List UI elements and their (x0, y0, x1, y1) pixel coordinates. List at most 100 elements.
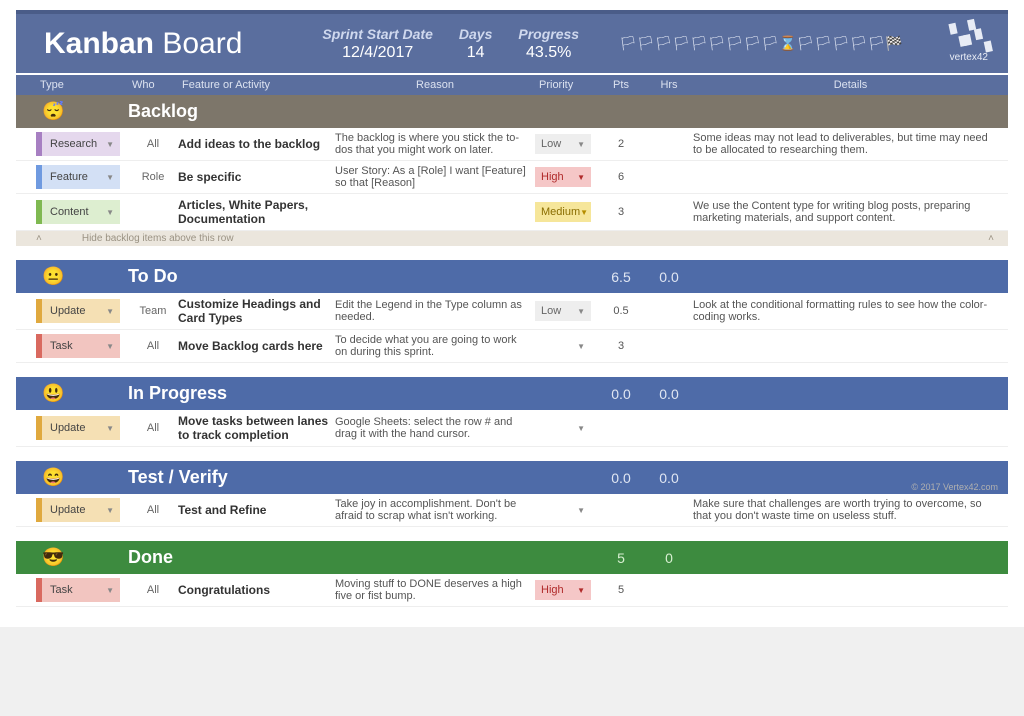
reason-cell[interactable]: Moving stuff to DONE deserves a high fiv… (335, 578, 535, 602)
who-cell[interactable]: All (128, 422, 178, 434)
stat-days: Days 14 (459, 26, 492, 62)
pts-cell[interactable]: 5 (597, 584, 645, 596)
emoji-cool-icon: 😎 (36, 547, 128, 568)
who-cell[interactable]: Role (128, 171, 178, 183)
feature-cell[interactable]: Move tasks between lanes to track comple… (178, 414, 335, 442)
who-cell[interactable]: All (128, 138, 178, 150)
progress-label: Progress (518, 26, 579, 42)
priority-chip-low[interactable]: Low ▼ (535, 301, 591, 321)
copyright-text: © 2017 Vertex42.com (911, 482, 998, 492)
lane-header-done: 😎 Done 5 0 (16, 541, 1008, 574)
who-cell[interactable]: All (128, 340, 178, 352)
chevron-down-icon: ▼ (577, 342, 585, 351)
type-label: Update (50, 305, 85, 317)
title-bold: Kanban (44, 27, 154, 60)
lane-name-todo: To Do (128, 266, 335, 287)
pts-cell[interactable]: 3 (597, 340, 645, 352)
priority-chip-empty[interactable]: ▼ (535, 502, 591, 519)
lane-header-backlog: 😴 Backlog (16, 95, 1008, 128)
kanban-page: Kanban Board Sprint Start Date 12/4/2017… (0, 0, 1024, 627)
priority-chip-empty[interactable]: ▼ (535, 338, 591, 355)
type-chip-task[interactable]: Task ▼ (36, 334, 120, 358)
type-chip-feature[interactable]: Feature ▼ (36, 165, 120, 189)
feature-cell[interactable]: Customize Headings and Card Types (178, 297, 335, 325)
type-chip-update[interactable]: Update ▼ (36, 299, 120, 323)
type-label: Feature (50, 171, 88, 183)
brand-logo: ▘▝▖▝▘▗ vertex42 (950, 24, 988, 63)
priority-chip-medium[interactable]: Medium ▼ (535, 202, 591, 222)
who-cell[interactable]: Team (128, 305, 178, 317)
reason-cell[interactable]: User Story: As a [Role] I want [Feature]… (335, 165, 535, 189)
lane-header-test: 😄 Test / Verify 0.0 0.0 © 2017 Vertex42.… (16, 461, 1008, 494)
pts-cell[interactable]: 0.5 (597, 305, 645, 317)
chevron-down-icon: ▼ (106, 586, 114, 595)
details-cell[interactable]: Some ideas may not lead to deliverables,… (693, 132, 1008, 156)
details-cell[interactable]: Make sure that challenges are worth tryi… (693, 498, 1008, 522)
reason-cell[interactable]: Take joy in accomplishment. Don't be afr… (335, 498, 535, 522)
type-chip-task[interactable]: Task ▼ (36, 578, 120, 602)
chevron-up-icon: ˄ (988, 233, 994, 244)
feature-cell[interactable]: Be specific (178, 170, 335, 184)
priority-chip-high[interactable]: High ▼ (535, 580, 591, 600)
lane-header-inprogress: 😃 In Progress 0.0 0.0 (16, 377, 1008, 410)
chevron-down-icon: ▼ (577, 586, 585, 595)
col-feature: Feature or Activity (178, 77, 335, 93)
hide-backlog-row[interactable]: ˄ Hide backlog items above this row ˄ (16, 231, 1008, 246)
inprogress-pts-total: 0.0 (597, 386, 645, 402)
col-hrs: Hrs (645, 77, 693, 93)
pts-cell[interactable]: 3 (597, 206, 645, 218)
banner-title: Kanban Board (44, 27, 242, 61)
table-row[interactable]: Update ▼ All Move tasks between lanes to… (16, 410, 1008, 447)
chevron-down-icon: ▼ (106, 208, 114, 217)
type-label: Task (50, 584, 73, 596)
type-chip-update[interactable]: Update ▼ (36, 498, 120, 522)
priority-chip-high[interactable]: High ▼ (535, 167, 591, 187)
who-cell[interactable]: All (128, 504, 178, 516)
type-label: Research (50, 138, 97, 150)
table-row[interactable]: Content ▼ Articles, White Papers, Docume… (16, 194, 1008, 231)
title-rest: Board (162, 27, 242, 60)
feature-cell[interactable]: Test and Refine (178, 503, 335, 517)
chevron-down-icon: ▼ (106, 342, 114, 351)
inprogress-hrs-total: 0.0 (645, 386, 693, 402)
who-cell[interactable]: All (128, 584, 178, 596)
priority-label: Medium (541, 206, 580, 218)
chevron-down-icon: ▼ (106, 307, 114, 316)
table-row[interactable]: Task ▼ All Move Backlog cards here To de… (16, 330, 1008, 363)
details-cell[interactable]: Look at the conditional formatting rules… (693, 299, 1008, 323)
type-label: Task (50, 340, 73, 352)
reason-cell[interactable]: Google Sheets: select the row # and drag… (335, 416, 535, 440)
col-pts: Pts (597, 77, 645, 93)
table-row[interactable]: Feature ▼ Role Be specific User Story: A… (16, 161, 1008, 194)
table-row[interactable]: Task ▼ All Congratulations Moving stuff … (16, 574, 1008, 607)
feature-cell[interactable]: Articles, White Papers, Documentation (178, 198, 335, 226)
days-value: 14 (459, 44, 492, 62)
chevron-up-icon: ˄ (36, 233, 42, 244)
banner: Kanban Board Sprint Start Date 12/4/2017… (16, 10, 1008, 73)
table-row[interactable]: Research ▼ All Add ideas to the backlog … (16, 128, 1008, 161)
feature-cell[interactable]: Congratulations (178, 583, 335, 597)
emoji-happy-icon: 😃 (36, 383, 128, 404)
table-row[interactable]: Update ▼ All Test and Refine Take joy in… (16, 494, 1008, 527)
type-chip-update[interactable]: Update ▼ (36, 416, 120, 440)
details-cell[interactable]: We use the Content type for writing blog… (693, 200, 1008, 224)
feature-cell[interactable]: Move Backlog cards here (178, 339, 335, 353)
priority-label: Low (541, 138, 561, 150)
pts-cell[interactable]: 2 (597, 138, 645, 150)
reason-cell[interactable]: Edit the Legend in the Type column as ne… (335, 299, 535, 323)
reason-cell[interactable]: The backlog is where you stick the to-do… (335, 132, 535, 156)
priority-chip-low[interactable]: Low ▼ (535, 134, 591, 154)
priority-chip-empty[interactable]: ▼ (535, 420, 591, 437)
type-chip-research[interactable]: Research ▼ (36, 132, 120, 156)
type-chip-content[interactable]: Content ▼ (36, 200, 120, 224)
brand-dots-icon: ▘▝▖▝▘▗ (950, 21, 991, 56)
pts-cell[interactable]: 6 (597, 171, 645, 183)
reason-cell[interactable]: To decide what you are going to work on … (335, 334, 535, 358)
feature-cell[interactable]: Add ideas to the backlog (178, 137, 335, 151)
priority-label: Low (541, 305, 561, 317)
type-label: Update (50, 504, 85, 516)
banner-stats: Sprint Start Date 12/4/2017 Days 14 Prog… (322, 26, 902, 62)
table-row[interactable]: Update ▼ Team Customize Headings and Car… (16, 293, 1008, 330)
days-label: Days (459, 26, 492, 42)
col-details: Details (693, 77, 1008, 93)
